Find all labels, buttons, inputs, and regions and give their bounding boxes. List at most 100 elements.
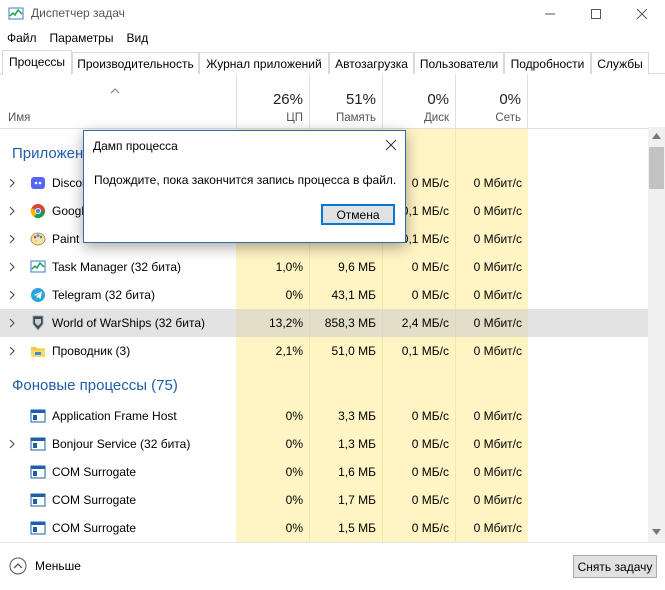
menu-options[interactable]: Параметры <box>43 28 120 50</box>
cpu-value: 0% <box>285 288 303 302</box>
memory-value: 858,3 МБ <box>324 316 376 330</box>
expand-chevron-icon[interactable] <box>8 234 16 244</box>
scrollbar-thumb[interactable] <box>649 147 664 189</box>
expand-chevron-icon[interactable] <box>8 178 16 188</box>
service-icon <box>30 437 46 451</box>
dialog-message: Подождите, пока закончится запись процес… <box>94 173 397 187</box>
process-name: Telegram (32 бита) <box>52 288 155 302</box>
cpu-total: 26% <box>272 91 303 108</box>
network-label: Сеть <box>495 112 521 124</box>
disk-total: 0% <box>427 91 449 108</box>
close-button[interactable] <box>619 0 665 28</box>
tab-processes[interactable]: Процессы <box>2 50 72 75</box>
table-row[interactable]: Bonjour Service (32 бита) 0% 1,3 МБ 0 МБ… <box>0 430 648 458</box>
sort-up-icon[interactable] <box>110 86 120 96</box>
memory-total: 51% <box>345 91 376 108</box>
cpu-value: 0% <box>285 465 303 479</box>
column-cpu-header[interactable]: 26% ЦП <box>236 74 309 129</box>
memory-value: 1,3 МБ <box>338 437 376 451</box>
cpu-value: 0% <box>285 521 303 535</box>
vertical-scrollbar[interactable] <box>648 127 665 542</box>
cpu-label: ЦП <box>286 112 303 124</box>
expand-chevron-icon[interactable] <box>8 318 16 328</box>
scroll-down-icon[interactable] <box>652 529 661 535</box>
dump-process-dialog: Дамп процесса Подождите, пока закончится… <box>83 130 406 243</box>
minimize-icon <box>545 13 555 15</box>
process-name: Paint <box>52 232 80 246</box>
column-memory-header[interactable]: 51% Память <box>309 74 382 129</box>
process-name: Discor <box>52 176 87 190</box>
dialog-close-icon[interactable] <box>383 137 399 153</box>
table-row-selected[interactable]: World of WarShips (32 бита) 13,2% 858,3 … <box>0 309 648 337</box>
menu-view[interactable]: Вид <box>119 28 154 50</box>
table-row[interactable]: COM Surrogate 0% 1,5 МБ 0 МБ/с 0 Мбит/с <box>0 514 648 542</box>
table-row[interactable]: Task Manager (32 бита) 1,0% 9,6 МБ 0 МБ/… <box>0 253 648 281</box>
service-icon <box>30 493 46 507</box>
fewer-details-link[interactable]: Меньше <box>35 559 81 573</box>
expand-chevron-icon[interactable] <box>8 346 16 356</box>
network-value: 0 Мбит/с <box>473 288 522 302</box>
expand-chevron-icon[interactable] <box>8 439 16 449</box>
disk-value: 0 МБ/с <box>411 465 449 479</box>
process-name: Bonjour Service (32 бита) <box>52 437 191 451</box>
column-disk-header[interactable]: 0% Диск <box>382 74 455 129</box>
tab-services[interactable]: Службы <box>591 52 649 74</box>
table-row[interactable]: COM Surrogate 0% 1,6 МБ 0 МБ/с 0 Мбит/с <box>0 458 648 486</box>
disk-value: 0 МБ/с <box>411 521 449 535</box>
tab-users[interactable]: Пользователи <box>414 52 504 74</box>
footer-bar: Меньше Снять задачу <box>0 542 665 590</box>
column-name-header[interactable]: Имя <box>8 112 30 124</box>
process-name: Googl <box>52 204 85 218</box>
tab-app-history[interactable]: Журнал приложений <box>199 52 329 74</box>
expand-chevron-icon[interactable] <box>8 290 16 300</box>
tab-performance[interactable]: Производительность <box>72 52 199 74</box>
section-apps-title: Приложен <box>12 145 84 162</box>
disk-value: 0 МБ/с <box>411 409 449 423</box>
network-value: 0 Мбит/с <box>473 465 522 479</box>
header-divider <box>236 74 237 129</box>
process-name: World of WarShips (32 бита) <box>52 316 205 330</box>
disk-value: 0,1 МБ/с <box>401 344 449 358</box>
column-network-header[interactable]: 0% Сеть <box>455 74 528 129</box>
memory-value: 1,5 МБ <box>338 521 376 535</box>
expand-chevron-icon[interactable] <box>8 262 16 272</box>
memory-value: 9,6 МБ <box>338 260 376 274</box>
chrome-icon <box>30 204 45 218</box>
memory-value: 3,3 МБ <box>338 409 376 423</box>
cpu-value: 13,2% <box>268 316 303 330</box>
network-value: 0 Мбит/с <box>473 344 522 358</box>
menu-bar: Файл Параметры Вид <box>0 28 665 50</box>
tab-startup[interactable]: Автозагрузка <box>329 52 414 74</box>
section-background-title: Фоновые процессы (75) <box>12 377 178 394</box>
table-row[interactable]: COM Surrogate 0% 1,7 МБ 0 МБ/с 0 Мбит/с <box>0 486 648 514</box>
maximize-button[interactable] <box>573 0 619 28</box>
network-value: 0 Мбит/с <box>473 204 522 218</box>
table-row[interactable]: Telegram (32 бита) 0% 43,1 МБ 0 МБ/с 0 М… <box>0 281 648 309</box>
cancel-button[interactable]: Отмена <box>321 204 395 225</box>
process-name: Проводник (3) <box>52 344 131 358</box>
maximize-icon <box>591 9 601 19</box>
end-task-button[interactable]: Снять задачу <box>573 555 657 578</box>
dialog-title: Дамп процесса <box>93 139 178 153</box>
task-manager-icon <box>30 260 46 273</box>
process-name: Application Frame Host <box>52 409 177 423</box>
table-row[interactable]: Проводник (3) 2,1% 51,0 МБ 0,1 МБ/с 0 Мб… <box>0 337 648 365</box>
window-title: Диспетчер задач <box>31 6 125 20</box>
tab-strip: Процессы Производительность Журнал прило… <box>0 50 665 75</box>
minimize-button[interactable] <box>527 0 573 28</box>
process-name: COM Surrogate <box>52 465 137 479</box>
menu-file[interactable]: Файл <box>0 28 43 50</box>
network-total: 0% <box>499 91 521 108</box>
dialog-title-bar: Дамп процесса <box>84 131 405 160</box>
table-row[interactable]: Application Frame Host 0% 3,3 МБ 0 МБ/с … <box>0 402 648 430</box>
scroll-up-icon[interactable] <box>652 133 661 139</box>
chevron-up-circle-icon[interactable] <box>9 557 27 575</box>
title-bar: Диспетчер задач <box>0 0 665 28</box>
expand-chevron-icon[interactable] <box>8 206 16 216</box>
close-icon <box>637 9 647 19</box>
disk-value: 0 МБ/с <box>411 493 449 507</box>
process-name: Task Manager (32 бита) <box>52 260 181 274</box>
network-value: 0 Мбит/с <box>473 232 522 246</box>
tab-details[interactable]: Подробности <box>504 52 591 74</box>
network-value: 0 Мбит/с <box>473 521 522 535</box>
